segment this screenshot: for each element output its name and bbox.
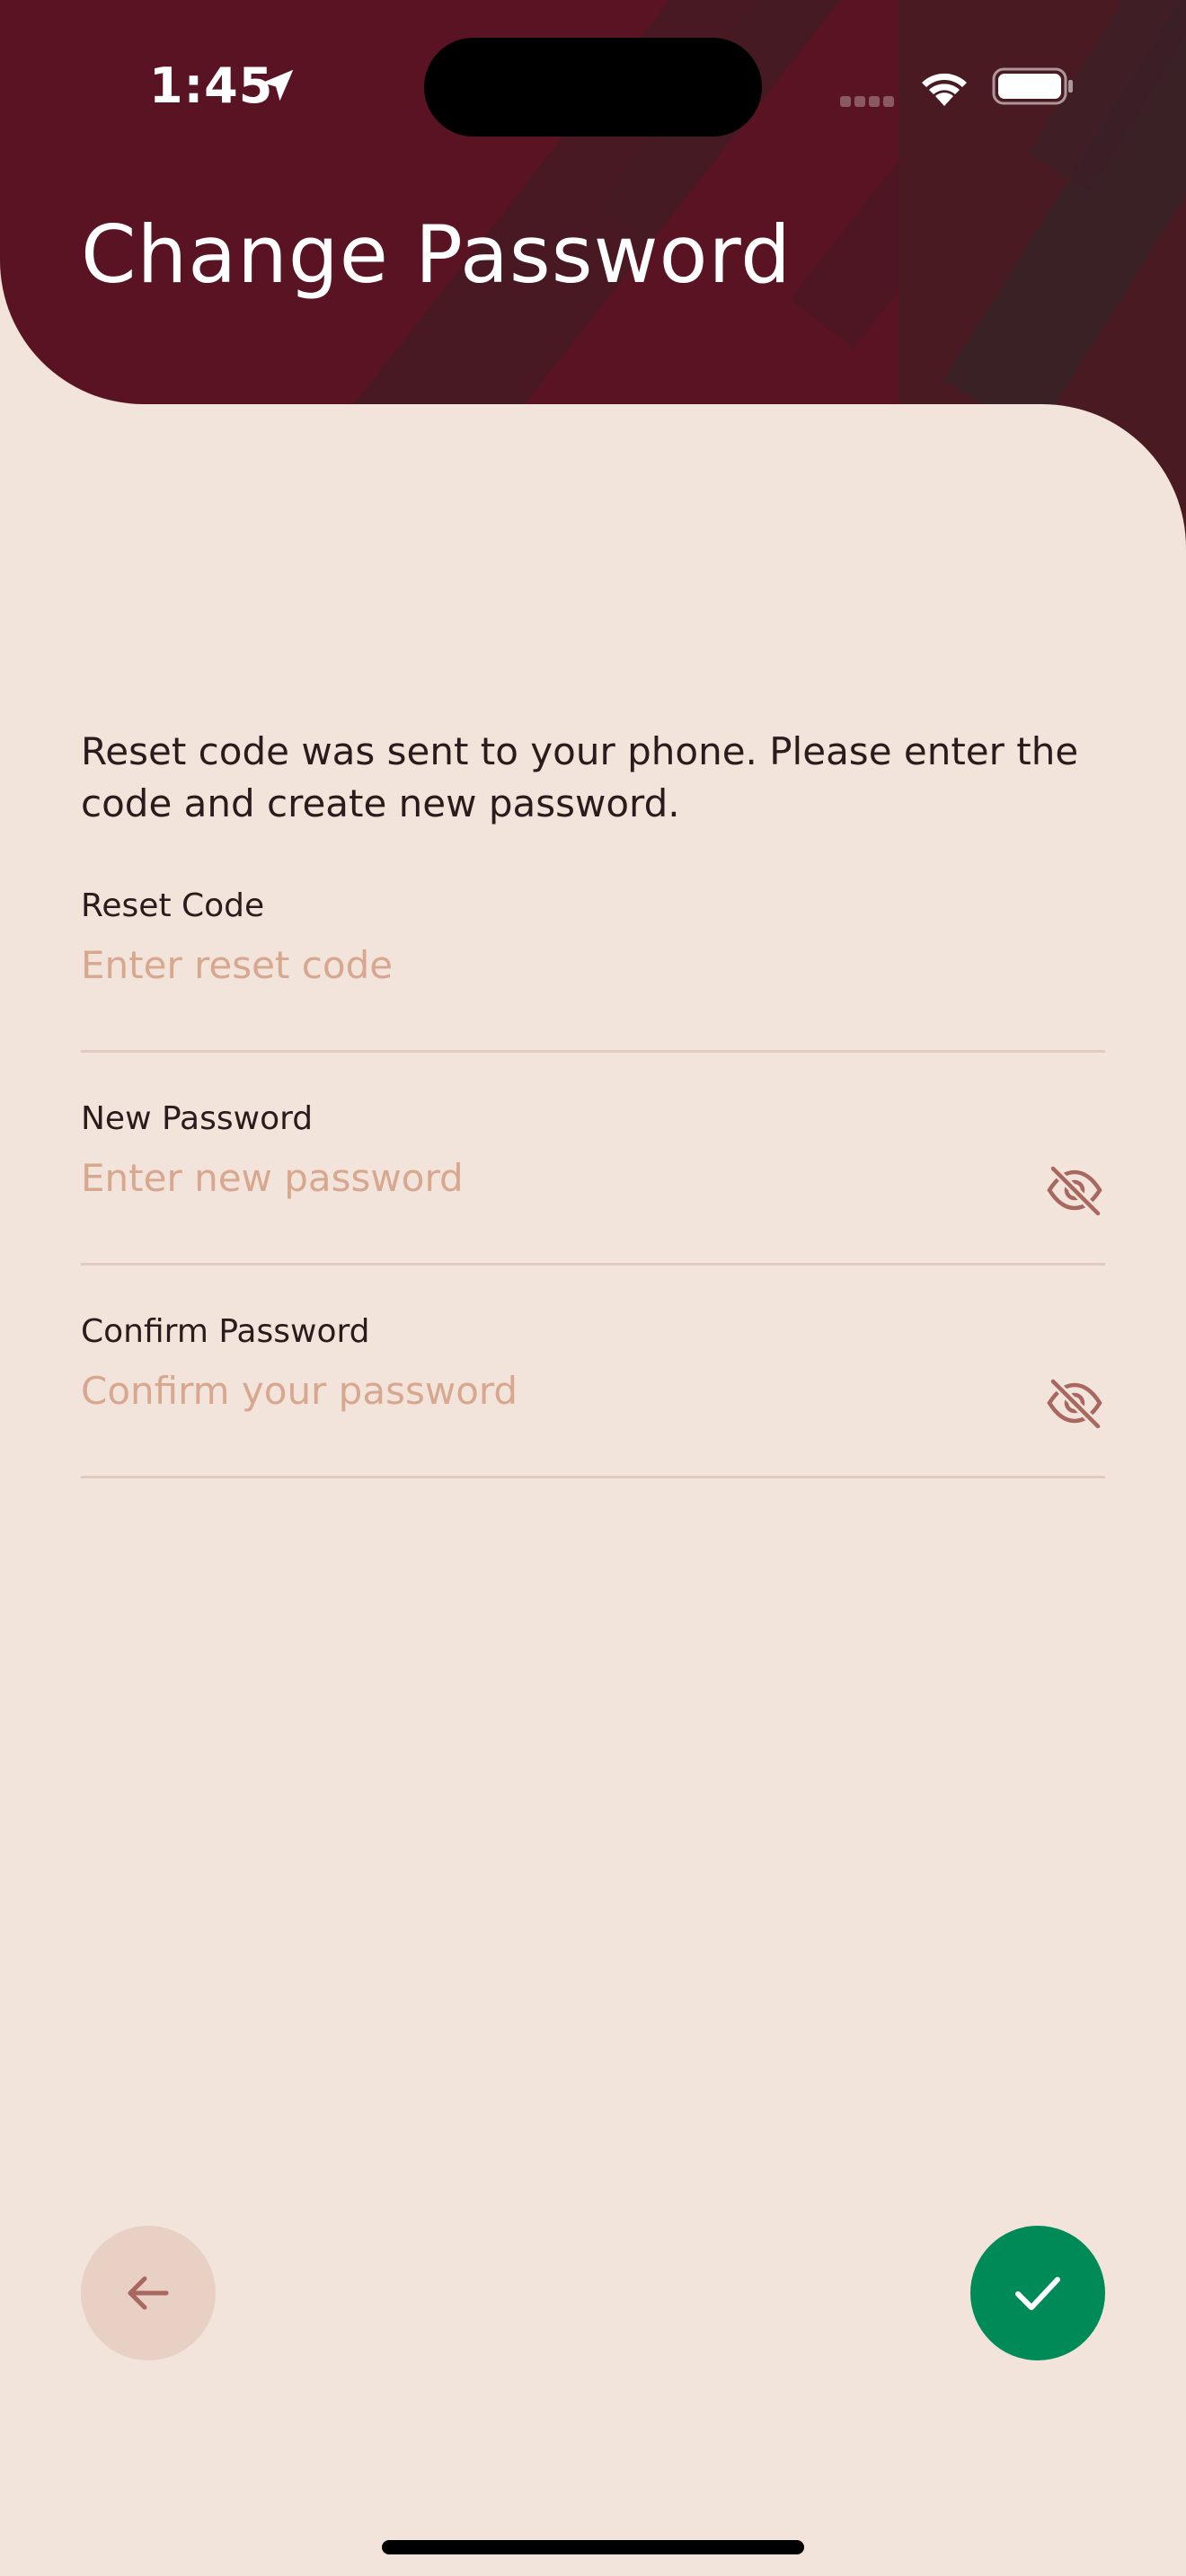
page-title: Change Password [81, 208, 792, 301]
reset-code-input[interactable] [81, 934, 979, 995]
instructions-text: Reset code was sent to your phone. Pleas… [81, 729, 1079, 825]
checkmark-icon [1015, 2277, 1060, 2310]
new-password-label: New Password [81, 1100, 314, 1137]
cellular-signal-icon [840, 93, 903, 107]
status-time: 1:45 [149, 57, 274, 114]
back-button[interactable] [81, 2226, 216, 2360]
new-password-input[interactable] [81, 1147, 979, 1208]
eye-off-icon[interactable] [1046, 1378, 1103, 1428]
home-indicator [382, 2540, 804, 2554]
confirm-button[interactable] [970, 2226, 1105, 2360]
reset-code-label: Reset Code [81, 887, 265, 924]
wifi-icon [922, 73, 967, 106]
confirm-password-underline [81, 1476, 1105, 1478]
reset-code-underline [81, 1050, 1105, 1053]
new-password-underline [81, 1263, 1105, 1266]
arrow-left-icon [128, 2276, 169, 2310]
new-password-field: New Password [81, 1100, 1105, 1266]
confirm-password-field: Confirm Password [81, 1313, 1105, 1478]
reset-code-field: Reset Code [81, 887, 1105, 1053]
location-arrow-icon [261, 69, 294, 101]
confirm-password-label: Confirm Password [81, 1313, 370, 1350]
eye-off-icon[interactable] [1046, 1165, 1103, 1215]
battery-icon [992, 67, 1073, 105]
confirm-password-input[interactable] [81, 1360, 979, 1421]
dynamic-island [424, 38, 762, 137]
